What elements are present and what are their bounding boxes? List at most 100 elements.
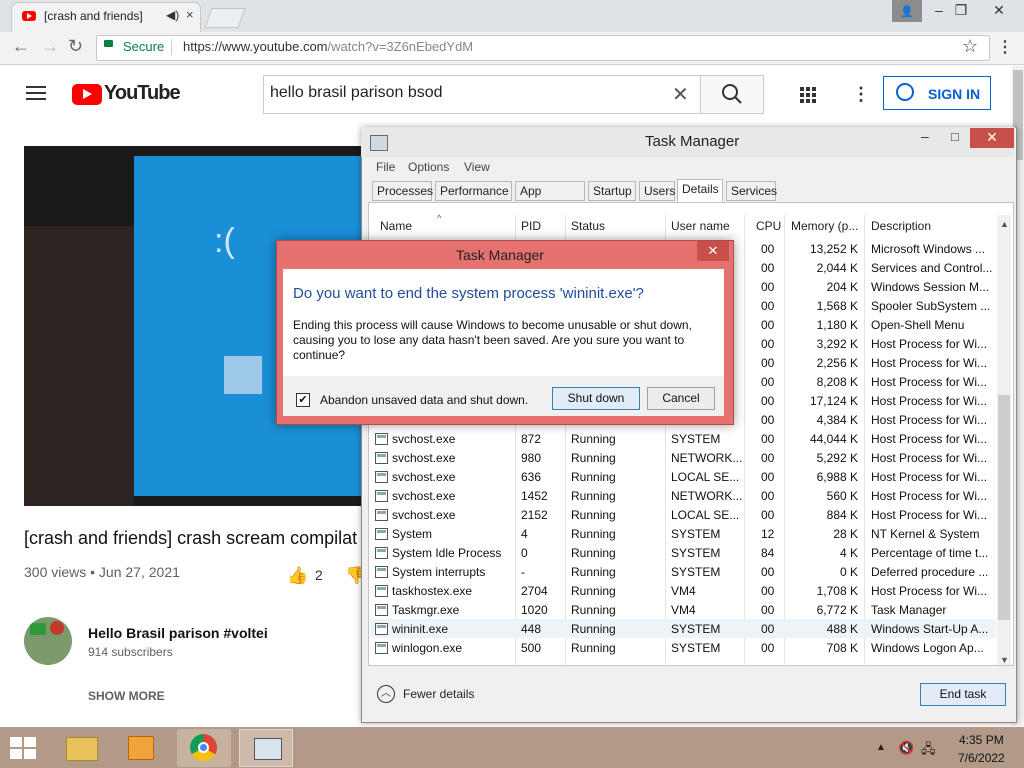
row-memory: 17,124 K xyxy=(809,394,858,408)
tab-details[interactable]: Details xyxy=(677,179,723,202)
row-description: Host Process for Wi... xyxy=(871,508,988,522)
row-status: Running xyxy=(571,641,616,655)
sign-in-label: SIGN IN xyxy=(928,86,981,102)
volume-muted-icon[interactable]: 🔇 xyxy=(898,740,914,756)
column-description[interactable]: Description xyxy=(871,219,931,233)
tab-users[interactable]: Users xyxy=(639,181,675,201)
row-status: Running xyxy=(571,451,616,465)
taskbar-file-explorer[interactable] xyxy=(54,729,108,767)
row-memory: 28 K xyxy=(833,527,858,541)
reload-button[interactable]: ↻ xyxy=(68,36,83,57)
search-clear-icon[interactable]: ✕ xyxy=(672,82,689,107)
process-icon xyxy=(375,566,388,578)
taskbar-task-manager[interactable] xyxy=(239,729,293,767)
column-cpu[interactable]: CPU xyxy=(756,219,781,233)
account-icon xyxy=(896,83,914,101)
task-manager-taskbar-icon xyxy=(254,738,282,760)
task-manager-close-button[interactable]: ✕ xyxy=(970,128,1014,148)
end-task-button[interactable]: End task xyxy=(920,683,1006,706)
row-user: LOCAL SE... xyxy=(671,470,740,484)
abandon-data-checkbox-label[interactable]: Abandon unsaved data and shut down. xyxy=(320,393,528,407)
browser-tab[interactable]: [crash and friends] cra ◀) × xyxy=(12,3,200,32)
channel-name[interactable]: Hello Brasil parison #voltei xyxy=(88,625,268,641)
task-manager-maximize-button[interactable]: □ xyxy=(951,129,959,144)
tab-performance[interactable]: Performance xyxy=(435,181,512,201)
search-button[interactable] xyxy=(700,75,764,114)
back-button[interactable]: ← xyxy=(12,36,30,57)
show-more-button[interactable]: SHOW MORE xyxy=(88,689,165,703)
row-pid: 1020 xyxy=(521,603,548,617)
fewer-details-icon[interactable]: ︿ xyxy=(377,685,395,703)
hamburger-menu-icon[interactable] xyxy=(26,86,46,104)
cancel-button[interactable]: Cancel xyxy=(647,387,715,410)
row-description: Services and Control... xyxy=(871,261,993,275)
row-memory: 8,208 K xyxy=(816,375,858,389)
scroll-up-icon[interactable]: ▲ xyxy=(1000,219,1009,229)
tab-app-history[interactable]: App history xyxy=(515,181,585,217)
more-options-icon[interactable]: ⋮ xyxy=(852,84,870,105)
row-description: Spooler SubSystem ... xyxy=(871,299,991,313)
abandon-data-checkbox[interactable]: ✔ xyxy=(296,393,310,407)
fewer-details-link[interactable]: Fewer details xyxy=(403,687,474,701)
row-status: Running xyxy=(571,470,616,484)
column-memory[interactable]: Memory (p... xyxy=(791,219,858,233)
menu-view[interactable]: View xyxy=(464,160,490,174)
window-close-button[interactable]: ✕ xyxy=(984,0,1014,22)
window-restore-button[interactable]: ❐ xyxy=(946,0,976,22)
process-list-scrollbar-thumb[interactable] xyxy=(998,395,1010,620)
row-memory: 2,044 K xyxy=(816,261,858,275)
forward-button[interactable]: → xyxy=(41,36,59,57)
menu-options[interactable]: Options xyxy=(408,160,449,174)
bookmark-star-icon[interactable]: ☆ xyxy=(962,36,978,57)
task-manager-minimize-button[interactable]: – xyxy=(921,128,929,144)
column-name[interactable]: Name xyxy=(380,219,412,233)
dialog-close-button[interactable]: ✕ xyxy=(697,241,729,261)
tab-close-icon[interactable]: × xyxy=(186,7,194,22)
menu-file[interactable]: File xyxy=(376,160,395,174)
apps-grid-icon[interactable] xyxy=(799,86,817,104)
tray-overflow-icon[interactable]: ▲ xyxy=(876,742,886,753)
lock-icon[interactable] xyxy=(104,40,113,47)
tab-services[interactable]: Services xyxy=(726,181,777,201)
row-memory: 0 K xyxy=(839,565,858,579)
url-text[interactable]: https://www.youtube.com/watch?v=3Z6nEbed… xyxy=(183,39,473,54)
clock-time[interactable]: 4:35 PM xyxy=(959,733,1004,747)
new-tab-button[interactable] xyxy=(204,8,246,28)
start-button[interactable] xyxy=(10,737,38,759)
speaker-icon[interactable]: ◀) xyxy=(166,8,179,22)
browser-menu-icon[interactable]: ⋮ xyxy=(997,37,1013,57)
taskbar-media-player[interactable] xyxy=(114,729,168,767)
clock-date[interactable]: 7/6/2022 xyxy=(958,751,1005,765)
youtube-logo-icon[interactable] xyxy=(72,84,102,105)
row-cpu: 00 xyxy=(761,641,775,655)
column-user-name[interactable]: User name xyxy=(671,219,730,233)
channel-avatar[interactable] xyxy=(24,617,72,665)
row-user: LOCAL SE... xyxy=(671,508,740,522)
row-memory: 5,292 K xyxy=(816,451,858,465)
row-name: taskhostex.exe xyxy=(392,584,473,598)
youtube-logo-text[interactable]: YouTube xyxy=(104,82,181,105)
tab-startup[interactable]: Startup xyxy=(588,181,636,201)
tab-title: [crash and friends] cra xyxy=(44,9,144,23)
sign-in-button[interactable]: SIGN IN xyxy=(883,76,991,110)
shut-down-button[interactable]: Shut down xyxy=(552,387,640,410)
row-cpu: 00 xyxy=(761,394,775,408)
row-memory: 1,708 K xyxy=(816,584,858,598)
scroll-down-icon[interactable]: ▼ xyxy=(1000,655,1009,665)
row-status: Running xyxy=(571,508,616,522)
taskbar-chrome[interactable] xyxy=(177,729,231,767)
tab-processes[interactable]: Processes xyxy=(372,181,433,201)
secure-label[interactable]: Secure xyxy=(123,39,164,54)
row-memory: 2,256 K xyxy=(816,356,858,370)
like-icon[interactable]: 👍 xyxy=(287,566,308,586)
chrome-icon xyxy=(190,734,217,761)
user-profile-icon[interactable]: 👤 xyxy=(892,0,922,22)
search-input-value[interactable]: hello brasil parison bsod xyxy=(270,84,443,102)
row-cpu: 00 xyxy=(761,413,775,427)
row-cpu: 00 xyxy=(761,489,775,503)
column-status[interactable]: Status xyxy=(571,219,605,233)
network-icon[interactable]: 🖧 xyxy=(921,740,936,762)
row-pid: - xyxy=(521,565,525,579)
column-pid[interactable]: PID xyxy=(521,219,541,233)
row-description: Host Process for Wi... xyxy=(871,432,988,446)
